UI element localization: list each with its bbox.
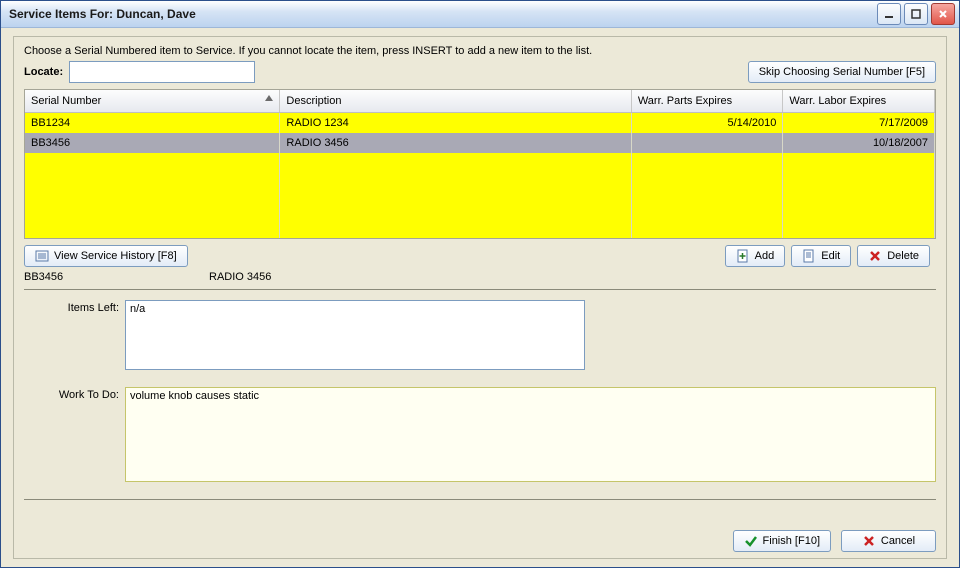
minimize-button[interactable] — [877, 3, 901, 25]
delete-icon — [868, 249, 882, 263]
footer-buttons: Finish [F10] Cancel — [24, 522, 936, 552]
cell-description: RADIO 1234 — [280, 113, 631, 134]
view-history-label: View Service History [F8] — [54, 250, 177, 262]
col-description[interactable]: Description — [280, 90, 631, 113]
add-button[interactable]: Add — [725, 245, 786, 267]
table-empty-area — [25, 153, 935, 239]
cell-serial: BB3456 — [25, 133, 280, 153]
close-icon — [938, 9, 948, 19]
items-left-input[interactable] — [125, 300, 585, 370]
cell-serial: BB1234 — [25, 113, 280, 134]
cell-labor: 10/18/2007 — [783, 133, 935, 153]
col-parts-expires[interactable]: Warr. Parts Expires — [631, 90, 783, 113]
window-buttons — [877, 3, 955, 25]
edit-label: Edit — [821, 250, 840, 262]
edit-button[interactable]: Edit — [791, 245, 851, 267]
divider — [24, 289, 936, 290]
items-left-row: Items Left: — [24, 300, 936, 373]
client-area: Choose a Serial Numbered item to Service… — [1, 28, 959, 567]
main-panel: Choose a Serial Numbered item to Service… — [13, 36, 947, 559]
check-icon — [744, 534, 758, 548]
view-history-button[interactable]: View Service History [F8] — [24, 245, 188, 267]
cell-labor: 7/17/2009 — [783, 113, 935, 134]
instructions-text: Choose a Serial Numbered item to Service… — [24, 45, 936, 57]
edit-icon — [802, 249, 816, 263]
window-title: Service Items For: Duncan, Dave — [5, 7, 877, 21]
delete-label: Delete — [887, 250, 919, 262]
col-labor-expires[interactable]: Warr. Labor Expires — [783, 90, 935, 113]
cell-description: RADIO 3456 — [280, 133, 631, 153]
service-items-window: Service Items For: Duncan, Dave Choose a… — [0, 0, 960, 568]
cell-parts — [631, 133, 783, 153]
locate-input[interactable] — [69, 61, 255, 83]
skip-serial-label: Skip Choosing Serial Number [F5] — [759, 66, 925, 78]
table-actions: View Service History [F8] Add Edit — [24, 245, 936, 267]
items-left-label: Items Left: — [24, 300, 125, 373]
titlebar: Service Items For: Duncan, Dave — [1, 1, 959, 28]
col-serial-number[interactable]: Serial Number — [25, 90, 280, 113]
work-to-do-input[interactable] — [125, 387, 936, 482]
locate-label: Locate: — [24, 66, 63, 78]
cell-parts: 5/14/2010 — [631, 113, 783, 134]
locate-row: Locate: Skip Choosing Serial Number [F5] — [24, 61, 936, 83]
maximize-icon — [911, 9, 921, 19]
minimize-icon — [884, 9, 894, 19]
work-to-do-label: Work To Do: — [24, 387, 125, 485]
selected-item-echo: BB3456 RADIO 3456 — [24, 271, 936, 283]
delete-button[interactable]: Delete — [857, 245, 930, 267]
selected-description: RADIO 3456 — [209, 271, 271, 283]
sort-asc-icon — [265, 95, 273, 101]
close-button[interactable] — [931, 3, 955, 25]
cancel-button[interactable]: Cancel — [841, 530, 936, 552]
skip-serial-button[interactable]: Skip Choosing Serial Number [F5] — [748, 61, 936, 83]
table-row[interactable]: BB1234 RADIO 1234 5/14/2010 7/17/2009 — [25, 113, 935, 134]
cancel-icon — [862, 534, 876, 548]
divider — [24, 499, 936, 500]
history-icon — [35, 249, 49, 263]
selected-serial: BB3456 — [24, 271, 209, 283]
finish-button[interactable]: Finish [F10] — [733, 530, 831, 552]
cancel-label: Cancel — [881, 535, 915, 547]
maximize-button[interactable] — [904, 3, 928, 25]
items-table[interactable]: Serial Number Description Warr. Parts Ex… — [24, 89, 936, 239]
work-to-do-row: Work To Do: — [24, 387, 936, 485]
table-row[interactable]: BB3456 RADIO 3456 10/18/2007 — [25, 133, 935, 153]
table-header-row: Serial Number Description Warr. Parts Ex… — [25, 90, 935, 113]
add-icon — [736, 249, 750, 263]
finish-label: Finish [F10] — [763, 535, 820, 547]
add-label: Add — [755, 250, 775, 262]
